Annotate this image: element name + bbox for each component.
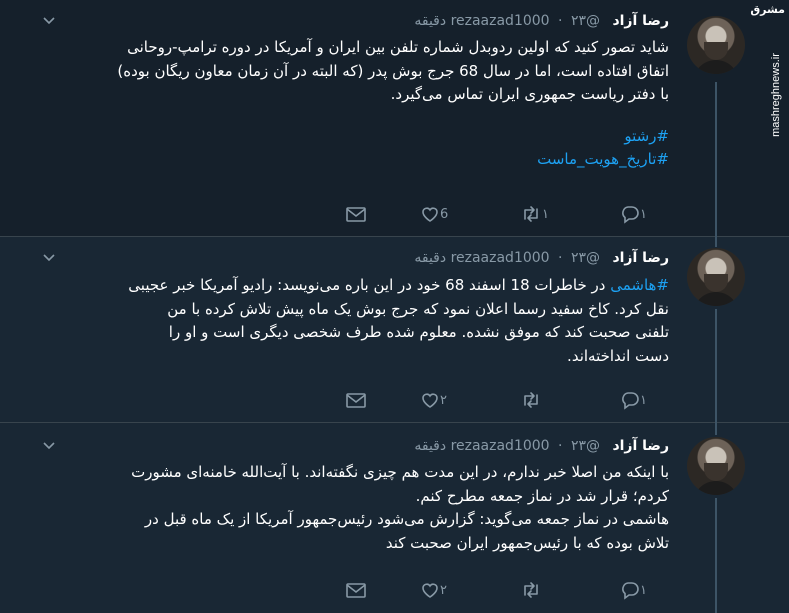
direct-message-button[interactable] [345, 390, 367, 410]
heart-icon [422, 207, 438, 222]
retweet-icon [524, 392, 538, 408]
tweet-actions: ۱ ۲ [0, 390, 789, 410]
like-button[interactable]: ۲ [420, 390, 455, 410]
tweet-text: با اینکه من اصلا خبر ندارم، در این مدت ه… [44, 461, 669, 555]
chevron-down-icon[interactable] [42, 14, 56, 28]
hashtag-link[interactable]: #رشتو [44, 125, 669, 149]
retweet-button[interactable]: ۱ [520, 204, 557, 224]
retweet-button[interactable] [520, 580, 550, 600]
tweet-header: رضا آزاد @rezaazad1000 · ۲۳ دقیقه [414, 247, 669, 269]
text-line: تلفنی صحبت کند که موفق نشده. معلوم شده ط… [168, 323, 669, 341]
reply-icon [622, 582, 639, 600]
like-button[interactable]: ۲ [420, 580, 455, 600]
like-button[interactable]: 6 [420, 204, 456, 224]
retweet-icon [524, 206, 538, 222]
reply-icon [622, 206, 639, 224]
direct-message-button[interactable] [345, 580, 367, 600]
text-line: اتفاق افتاده است، اما در سال 68 جرج بوش … [117, 61, 669, 80]
text-line: دست انداخته‌اند. [567, 346, 669, 365]
separator-dot: · [558, 438, 563, 454]
reply-count: ۱ [640, 582, 647, 598]
text-line: نقل کرد. کاخ سفید رسما اعلان نمود که جرج… [167, 299, 669, 318]
hashtag-link[interactable]: #تاریخ_هویت_ماست [44, 148, 669, 172]
heart-icon [422, 393, 438, 408]
separator-dot: · [558, 13, 563, 29]
tweet-header: رضا آزاد @rezaazad1000 · ۲۳ دقیقه [414, 10, 669, 32]
tweet[interactable]: رضا آزاد @rezaazad1000 · ۲۳ دقیقه شاید ت… [0, 0, 789, 237]
separator-dot: · [558, 250, 563, 266]
avatar[interactable] [687, 248, 745, 306]
watermark: مشرق mashreghnews.ir [750, 0, 789, 165]
text-line: هاشمی در نماز جمعه می‌گوید: گزارش می‌شود… [144, 510, 669, 528]
like-count: 6 [440, 206, 449, 222]
tweet-text: شاید تصور کنید که اولین ردوبدل شماره تلف… [44, 36, 669, 172]
heart-icon [422, 583, 438, 598]
author-name[interactable]: رضا آزاد [612, 13, 669, 29]
tweet-text: #هاشمی در خاطرات 18 اسفند 68 خود در این … [44, 274, 669, 368]
author-name[interactable]: رضا آزاد [612, 438, 669, 454]
text-line: #هاشمی در خاطرات 18 اسفند 68 خود در این … [44, 274, 669, 298]
envelope-icon [346, 207, 366, 222]
text-line: تلاش بوده که با رئیس‌جمهور ایران صحبت کن… [385, 533, 669, 552]
hashtag-link[interactable]: #هاشمی [610, 276, 669, 294]
like-count: ۲ [440, 392, 447, 408]
retweet-icon [524, 582, 538, 598]
text-line: با دفتر ریاست جمهوری ایران تماس می‌گیرد. [390, 85, 669, 103]
envelope-icon [346, 393, 366, 408]
text-line: با اینکه من اصلا خبر ندارم، در این مدت ه… [131, 463, 669, 481]
envelope-icon [346, 583, 366, 598]
retweet-count: ۱ [542, 206, 549, 222]
tweet-header: رضا آزاد @rezaazad1000 · ۲۳ دقیقه [414, 435, 669, 457]
chevron-down-icon[interactable] [42, 439, 56, 453]
text-fragment: در خاطرات 18 اسفند 68 خود در این باره می… [128, 276, 611, 294]
thread-line [715, 423, 717, 435]
like-count: ۲ [440, 582, 447, 598]
direct-message-button[interactable] [345, 204, 367, 224]
tweet[interactable]: رضا آزاد @rezaazad1000 · ۲۳ دقیقه با این… [0, 423, 789, 613]
text-line: شاید تصور کنید که اولین ردوبدل شماره تلف… [127, 38, 669, 56]
tweet-actions: ۱ ۱ 6 [0, 204, 789, 224]
reply-icon [622, 392, 639, 410]
text-line: کردم؛ قرار شد در نماز جمعه مطرح کنم. [415, 486, 669, 505]
author-name[interactable]: رضا آزاد [612, 250, 669, 266]
thread-line [715, 237, 717, 247]
reply-button[interactable]: ۱ [620, 390, 655, 410]
reply-count: ۱ [640, 206, 647, 222]
retweet-button[interactable] [520, 390, 550, 410]
reply-button[interactable]: ۱ [620, 580, 655, 600]
avatar[interactable] [687, 437, 745, 495]
watermark-site: mashreghnews.ir [770, 53, 782, 137]
chevron-down-icon[interactable] [42, 251, 56, 265]
tweet-actions: ۱ ۲ [0, 580, 789, 600]
tweet[interactable]: رضا آزاد @rezaazad1000 · ۲۳ دقیقه #هاشمی… [0, 237, 789, 423]
reply-button[interactable]: ۱ [620, 204, 655, 224]
watermark-logo: مشرق [750, 3, 785, 16]
avatar[interactable] [687, 16, 745, 74]
reply-count: ۱ [640, 392, 647, 408]
